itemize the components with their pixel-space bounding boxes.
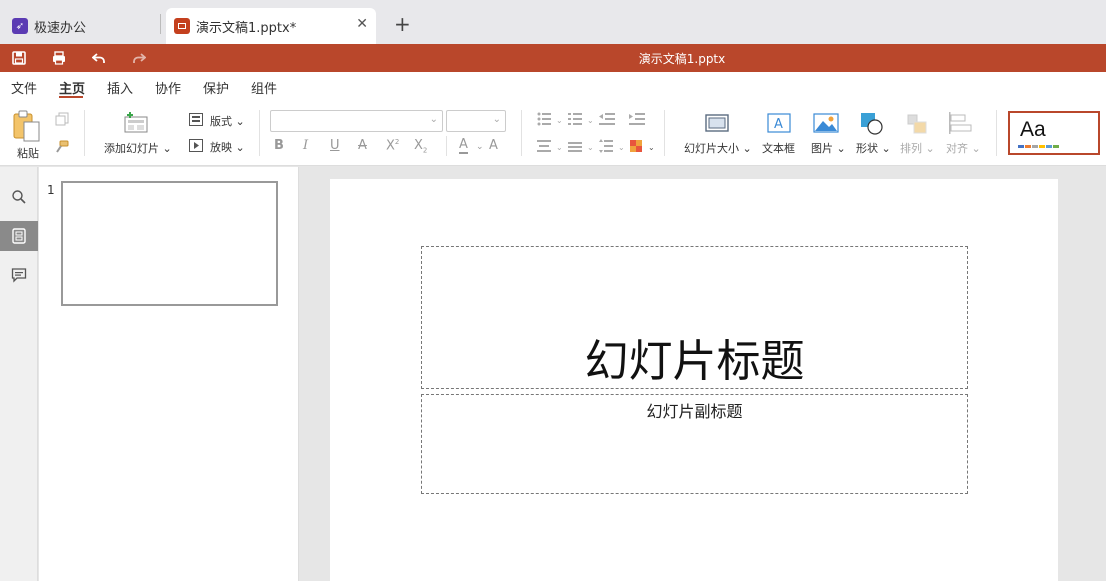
ribbon-separator	[259, 110, 260, 156]
svg-text:⌄: ⌄	[556, 116, 563, 125]
slide-thumbnail-pane: 1	[39, 167, 299, 581]
slide-title: 幻灯片标题	[584, 336, 805, 387]
slide-canvas[interactable]: 幻灯片标题 幻灯片副标题	[330, 179, 1058, 581]
presentation-icon	[174, 18, 190, 34]
slides-panel-icon[interactable]	[0, 221, 38, 251]
theme-color-swatches	[1018, 145, 1059, 148]
align-objects-text: 对齐	[946, 142, 968, 155]
tab-label: 演示文稿1.pptx*	[196, 20, 297, 36]
svg-text:⌄: ⌄	[556, 143, 563, 152]
textbox-label[interactable]: 文本框	[762, 140, 795, 156]
slide-thumbnail[interactable]	[61, 181, 278, 306]
slide-size-label[interactable]: 幻灯片大小 ⌄	[684, 140, 752, 156]
arrange-label[interactable]: 排列 ⌄	[900, 140, 935, 156]
underline-icon[interactable]: U	[330, 138, 340, 153]
align-objects-label[interactable]: 对齐 ⌄	[946, 140, 981, 156]
theme-preview[interactable]: Aa	[1008, 111, 1100, 155]
layout-icon[interactable]	[189, 113, 203, 129]
font-color-icon[interactable]: A	[459, 138, 468, 154]
title-bar: 演示文稿1.pptx	[0, 44, 1106, 72]
new-tab-plus-icon[interactable]: +	[394, 12, 411, 36]
align-objects-icon[interactable]	[948, 112, 972, 137]
slide-size-icon[interactable]	[705, 114, 729, 135]
strikethrough-icon[interactable]: A	[358, 138, 367, 153]
shape-text: 形状	[856, 142, 878, 155]
copy-icon[interactable]	[55, 112, 69, 129]
ribbon-separator	[664, 110, 665, 156]
add-slide-text: 添加幻灯片	[104, 142, 159, 155]
ribbon-separator	[996, 110, 997, 156]
ribbon-toolbar: 粘贴 添加幻灯片 ⌄ 版式 ⌄ 放映 ⌄ ⌄ ⌄ B I U A X2 X2 A…	[0, 100, 1106, 166]
ribbon-separator	[84, 110, 85, 156]
shape-icon[interactable]	[859, 111, 885, 140]
menu-collaborate[interactable]: 协作	[155, 78, 181, 97]
close-icon[interactable]: ✕	[356, 16, 368, 32]
slide-size-text: 幻灯片大小	[684, 142, 739, 155]
picture-icon[interactable]	[813, 113, 839, 136]
theme-preview-text: Aa	[1020, 118, 1046, 141]
format-painter-icon[interactable]	[55, 140, 69, 157]
font-color-dropdown-icon[interactable]: ⌄	[476, 142, 484, 152]
svg-text:⌄: ⌄	[587, 116, 594, 125]
menu-insert[interactable]: 插入	[107, 78, 133, 97]
ribbon-separator	[446, 136, 447, 156]
slideshow-text: 放映	[210, 141, 232, 154]
menu-home[interactable]: 主页	[59, 78, 85, 97]
left-rail	[0, 167, 38, 581]
paste-label[interactable]: 粘贴	[17, 145, 39, 161]
menu-plugins[interactable]: 组件	[251, 78, 277, 97]
subscript-icon[interactable]: X2	[414, 138, 427, 155]
layout-label[interactable]: 版式 ⌄	[210, 113, 245, 129]
picture-label[interactable]: 图片 ⌄	[811, 140, 846, 156]
shape-label[interactable]: 形状 ⌄	[856, 140, 891, 156]
picture-text: 图片	[811, 142, 833, 155]
numbered-list-icon[interactable]: ⌄	[568, 112, 594, 129]
line-spacing-icon[interactable]: ⌄	[599, 139, 625, 156]
superscript-icon[interactable]: X2	[386, 138, 399, 153]
svg-text:⌄: ⌄	[587, 143, 594, 152]
tab-home[interactable]: ➶ 极速办公	[6, 8, 156, 44]
slide-subtitle: 幻灯片副标题	[646, 402, 743, 421]
font-size-select[interactable]: ⌄	[446, 110, 506, 132]
menu-protect[interactable]: 保护	[203, 78, 229, 97]
document-title: 演示文稿1.pptx	[638, 52, 726, 66]
svg-text:⌄: ⌄	[618, 143, 625, 152]
slideshow-label[interactable]: 放映 ⌄	[210, 139, 245, 155]
arrange-icon[interactable]	[906, 113, 928, 138]
slide-canvas-area: 幻灯片标题 幻灯片副标题	[300, 167, 1106, 581]
layout-text: 版式	[210, 115, 232, 128]
italic-icon[interactable]: I	[303, 138, 308, 153]
ribbon-separator	[521, 110, 522, 156]
decrease-indent-icon[interactable]	[599, 112, 615, 129]
svg-text:A: A	[774, 117, 783, 132]
rocket-icon: ➶	[12, 18, 28, 34]
clear-format-icon[interactable]: A	[489, 138, 498, 153]
bullet-list-icon[interactable]: ⌄	[537, 112, 563, 129]
subtitle-placeholder[interactable]: 幻灯片副标题	[421, 394, 968, 494]
vertical-align-icon[interactable]: ⌄	[568, 139, 594, 156]
play-icon[interactable]	[189, 139, 203, 155]
tab-divider	[160, 14, 161, 34]
align-center-icon[interactable]: ⌄	[537, 139, 563, 156]
add-slide-label[interactable]: 添加幻灯片 ⌄	[104, 140, 172, 156]
tab-bar: ➶ 极速办公 演示文稿1.pptx* ✕ +	[0, 0, 1106, 44]
title-placeholder[interactable]: 幻灯片标题	[421, 246, 968, 389]
search-icon[interactable]	[0, 182, 38, 212]
tab-label: 极速办公	[34, 20, 87, 36]
font-family-select[interactable]: ⌄	[270, 110, 443, 132]
menu-bar: 文件 主页 插入 协作 保护 组件	[0, 72, 1106, 100]
bold-icon[interactable]: B	[274, 138, 284, 153]
thumbnail-number: 1	[47, 183, 55, 197]
increase-indent-icon[interactable]	[629, 112, 645, 129]
add-slide-icon[interactable]	[124, 112, 148, 137]
arrange-text: 排列	[900, 142, 922, 155]
tab-document[interactable]: 演示文稿1.pptx* ✕	[166, 8, 376, 44]
menu-file[interactable]: 文件	[11, 78, 37, 97]
textbox-icon[interactable]: A	[767, 113, 791, 136]
paste-icon[interactable]	[13, 110, 41, 145]
comments-icon[interactable]	[0, 260, 38, 290]
fill-color-icon[interactable]: ⌄	[629, 139, 657, 156]
active-menu-underline	[59, 96, 83, 98]
svg-text:⌄: ⌄	[648, 143, 655, 152]
